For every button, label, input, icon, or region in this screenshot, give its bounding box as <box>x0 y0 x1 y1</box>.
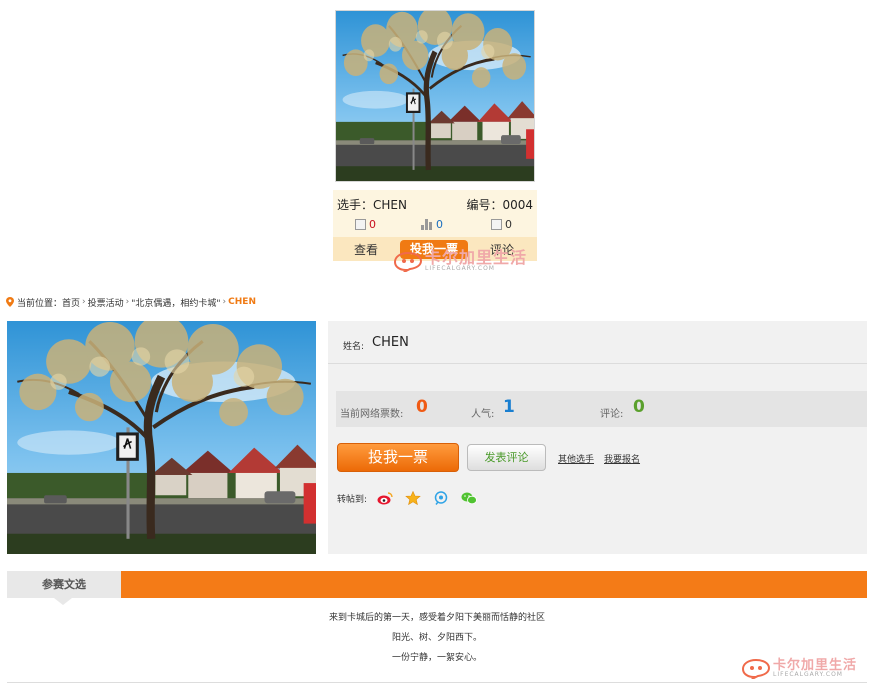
breadcrumb-home[interactable]: 首页 <box>62 296 80 309</box>
contestant-name: CHEN <box>372 335 409 350</box>
name-label: 姓名: <box>343 342 365 352</box>
stat-flag: 0 <box>355 218 376 231</box>
contestant-photo <box>7 321 316 554</box>
breadcrumb-separator: › <box>82 297 86 307</box>
article-line: 一份宁静，一絮安心。 <box>391 653 482 663</box>
contestant-thumbnail[interactable] <box>335 10 535 182</box>
card-info: 选手：CHEN 编号：0004 0 0 0 <box>333 190 537 237</box>
votes-count: 0 <box>416 397 428 417</box>
stats-row: 当前网络票数: 0 人气: 1 评论: 0 <box>336 391 867 427</box>
article-line: 来到卡城后的第一天，感受着夕阳下美丽而恬静的社区 <box>328 613 545 623</box>
contestant-panel: 姓名: CHEN 当前网络票数: 0 人气: 1 评论: 0 投我一票 发表评论… <box>328 321 867 554</box>
votes-label: 当前网络票数: <box>340 409 404 420</box>
weibo-icon[interactable] <box>377 491 393 505</box>
post-comment-button[interactable]: 发表评论 <box>467 444 546 471</box>
breadcrumb: 当前位置： 首页 › 投票活动 › "北京偶遇，相约卡城" › CHEN <box>6 295 256 309</box>
stat-value: 0 <box>505 218 512 231</box>
name-row: 姓名: CHEN <box>328 321 867 364</box>
popularity-label: 人气: <box>471 409 495 420</box>
tencent-icon[interactable] <box>433 491 449 505</box>
breadcrumb-separator: › <box>222 297 227 307</box>
logo-text: 卡尔加里生活 <box>773 657 858 673</box>
share-label: 转帖到: <box>337 494 368 505</box>
player-number: 编号：0004 <box>466 198 533 212</box>
article-line: 阳光、树、夕阳西下。 <box>391 633 482 643</box>
flag-icon <box>355 219 366 230</box>
stat-flag-2: 0 <box>491 218 512 231</box>
logo-mark-icon <box>741 658 771 679</box>
contestant-card: 选手：CHEN 编号：0004 0 0 0 查看 投我一票 评论 <box>333 8 537 261</box>
breadcrumb-current: CHEN <box>228 297 256 307</box>
article-body: 来到卡城后的第一天，感受着夕阳下美丽而恬静的社区 阳光、树、夕阳西下。 一份宁静… <box>7 598 867 683</box>
other-contestants-link[interactable]: 其他选手 <box>558 452 594 465</box>
logo-text: 卡尔加里生活 <box>425 248 528 267</box>
logo-mark-icon <box>393 251 423 272</box>
share-row: 转帖到: <box>337 491 477 505</box>
signup-link[interactable]: 我要报名 <box>604 452 640 465</box>
breadcrumb-event[interactable]: "北京偶遇，相约卡城" <box>131 296 220 309</box>
street-photo <box>336 11 534 181</box>
stat-value: 0 <box>436 218 443 231</box>
tab-entry-text[interactable]: 参赛文选 <box>7 571 121 598</box>
breadcrumb-separator: › <box>125 297 130 307</box>
wechat-icon[interactable] <box>461 491 477 505</box>
flag-icon <box>491 219 502 230</box>
site-logo[interactable]: 卡尔加里生活 LIFECALGARY.COM <box>393 250 527 272</box>
comments-label: 评论: <box>600 409 624 420</box>
site-logo-footer[interactable]: 卡尔加里生活 LIFECALGARY.COM <box>741 657 857 679</box>
breadcrumb-prefix: 当前位置： <box>17 298 63 309</box>
vote-button[interactable]: 投我一票 <box>337 443 459 472</box>
star-icon[interactable] <box>405 491 421 505</box>
article-tabbar: 参赛文选 <box>7 571 867 605</box>
stat-chart: 0 <box>421 218 443 231</box>
comments-count: 0 <box>633 397 645 417</box>
popularity-count: 1 <box>503 397 515 417</box>
bar-chart-icon <box>421 219 433 230</box>
street-photo-large <box>7 321 316 554</box>
location-pin-icon <box>6 297 14 307</box>
player-name: 选手：CHEN <box>337 198 407 212</box>
view-button[interactable]: 查看 <box>354 241 378 258</box>
stat-value: 0 <box>369 218 376 231</box>
breadcrumb-votes[interactable]: 投票活动 <box>88 296 124 309</box>
